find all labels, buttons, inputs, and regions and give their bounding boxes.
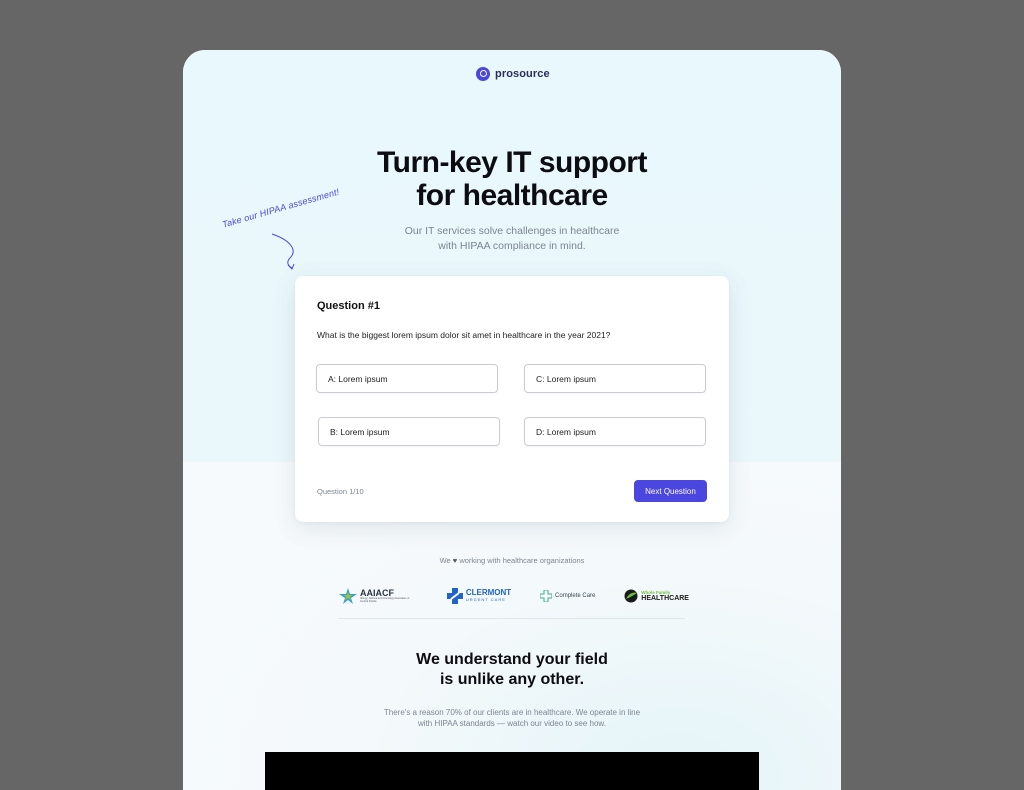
- clermont-cross-icon: [446, 588, 463, 604]
- quiz-card: Question #1 What is the biggest lorem ip…: [295, 276, 729, 522]
- complete-care-cross-icon: [540, 590, 553, 602]
- question-progress: Question 1/10: [317, 487, 364, 496]
- section-title-line2: is unlike any other.: [439, 671, 585, 688]
- whole-family-sub: HEALTHCARE: [641, 595, 689, 602]
- answer-option-c[interactable]: C: Lorem ipsum: [524, 364, 706, 393]
- question-text: What is the biggest lorem ipsum dolor si…: [317, 330, 611, 340]
- partner-logo-whole-family: Whole Family HEALTHCARE: [624, 589, 689, 603]
- hero-title-line1: Turn-key IT support: [377, 146, 647, 179]
- partner-logo-aaiacf: AAIACF Allergy, Asthma & Immunology Asso…: [339, 588, 418, 604]
- answer-option-b[interactable]: B: Lorem ipsum: [318, 417, 500, 446]
- video-player[interactable]: [265, 752, 759, 790]
- question-title: Question #1: [317, 300, 380, 312]
- heart-icon: ♥: [452, 556, 458, 565]
- next-question-button[interactable]: Next Question: [634, 480, 707, 502]
- section-title: We understand your field is unlike any o…: [183, 650, 841, 690]
- clermont-name: CLERMONT: [465, 588, 512, 597]
- section-title-line1: We understand your field: [416, 651, 608, 668]
- curved-arrow-icon: [271, 233, 295, 270]
- whole-family-leaf-icon: [624, 589, 638, 603]
- landing-page: prosource Turn-key IT support for health…: [183, 50, 841, 790]
- answer-option-a[interactable]: A: Lorem ipsum: [316, 364, 498, 393]
- aaiacf-star-icon: [339, 588, 357, 604]
- partners-intro-before: We: [439, 556, 451, 565]
- clermont-sub: URGENT CARE: [465, 597, 506, 602]
- prosource-logo-icon: [476, 67, 490, 81]
- section-body-line2: with HIPAA standards — watch our video t…: [418, 719, 606, 728]
- answer-option-d[interactable]: D: Lorem ipsum: [524, 417, 706, 446]
- aaiacf-sub: Allergy, Asthma & Immunology Associates …: [360, 596, 410, 603]
- partners-intro: We ♥ working with healthcare organizatio…: [183, 556, 841, 565]
- aaiacf-name: AAIACF: [360, 587, 394, 598]
- partner-logo-clermont: CLERMONT URGENT CARE: [446, 588, 512, 604]
- complete-care-name: Complete Care: [555, 593, 596, 599]
- partners-intro-after: working with healthcare organizations: [459, 556, 585, 565]
- section-body-line1: There's a reason 70% of our clients are …: [383, 708, 641, 717]
- section-body: There's a reason 70% of our clients are …: [183, 707, 841, 729]
- brand-name: prosource: [495, 68, 550, 80]
- partner-logo-complete-care: Complete Care: [540, 590, 595, 602]
- partner-logos: AAIACF Allergy, Asthma & Immunology Asso…: [339, 586, 689, 606]
- brand-logo[interactable]: prosource: [476, 67, 550, 81]
- section-divider: [339, 618, 685, 619]
